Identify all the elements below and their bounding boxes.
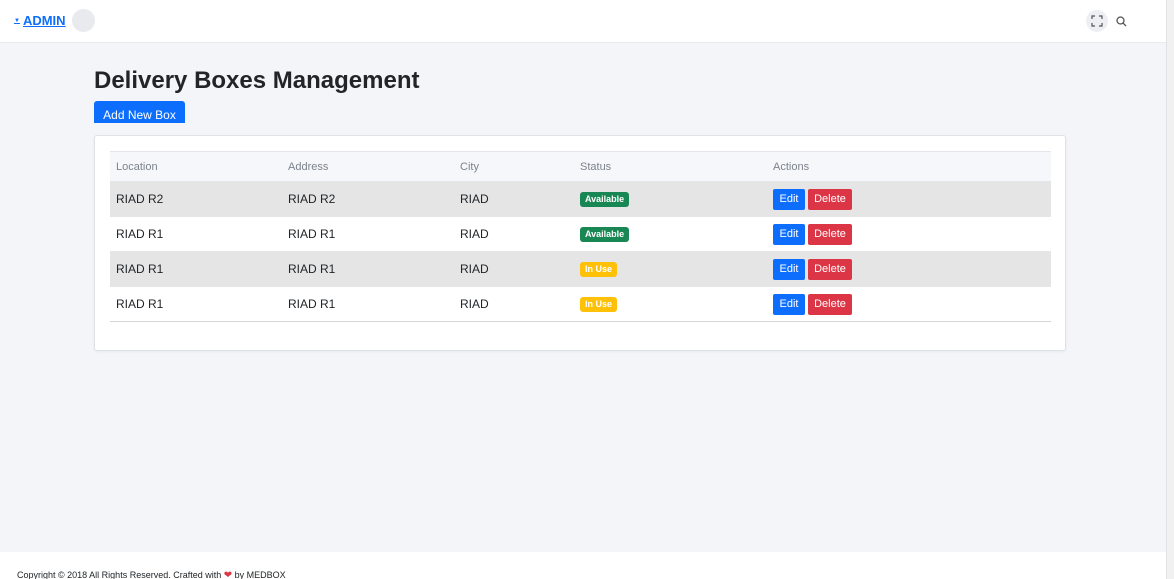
edit-button[interactable]: Edit: [773, 223, 805, 245]
cell-location: RIAD R1: [110, 216, 282, 252]
status-badge: Available: [580, 192, 630, 207]
page-title: Delivery Boxes Management: [94, 67, 420, 94]
cell-city: RIAD: [454, 286, 574, 322]
cell-city: RIAD: [454, 251, 574, 287]
cell-status: Available: [574, 216, 767, 252]
top-navbar: ▼ ADMIN: [0, 0, 1166, 43]
column-header-location: Location: [110, 151, 282, 182]
column-header-actions: Actions: [767, 151, 1051, 182]
cell-status: In Use: [574, 251, 767, 287]
footer-text-before: Copyright © 2018 All Rights Reserved. Cr…: [17, 570, 224, 579]
footer: Copyright © 2018 All Rights Reserved. Cr…: [0, 552, 1166, 579]
table-row: RIAD R1 RIAD R1 RIAD In Use Edit Delete: [110, 286, 1051, 322]
cell-city: RIAD: [454, 216, 574, 252]
add-new-box-button[interactable]: Add New Box: [94, 101, 185, 123]
column-header-city: City: [454, 151, 574, 182]
cell-city: RIAD: [454, 181, 574, 217]
cell-address: RIAD R1: [282, 286, 454, 322]
cell-location: RIAD R2: [110, 181, 282, 217]
footer-copyright: Copyright © 2018 All Rights Reserved. Cr…: [17, 570, 286, 579]
boxes-table: Location Address City Status Actions RIA…: [110, 151, 1051, 322]
column-header-status: Status: [574, 151, 767, 182]
cell-status: Available: [574, 181, 767, 217]
cell-actions: Edit Delete: [767, 216, 1051, 252]
heart-icon: ❤: [223, 570, 233, 579]
search-button[interactable]: [1110, 10, 1132, 32]
status-badge: Available: [580, 227, 630, 242]
cell-location: RIAD R1: [110, 251, 282, 287]
fullscreen-icon: [1091, 15, 1103, 27]
avatar[interactable]: [72, 9, 95, 32]
boxes-card: Location Address City Status Actions RIA…: [94, 135, 1066, 351]
table-row: RIAD R2 RIAD R2 RIAD Available Edit Delet…: [110, 181, 1051, 217]
edit-button[interactable]: Edit: [773, 258, 805, 280]
edit-button[interactable]: Edit: [773, 188, 805, 210]
footer-text-after: by MEDBOX: [232, 570, 286, 579]
cell-address: RIAD R2: [282, 181, 454, 217]
status-badge: In Use: [580, 297, 618, 312]
cell-actions: Edit Delete: [767, 181, 1051, 217]
table-header-row: Location Address City Status Actions: [110, 151, 1051, 182]
user-menu-toggle[interactable]: ▼ ADMIN: [14, 13, 66, 28]
delete-button[interactable]: Delete: [808, 188, 852, 210]
delete-button[interactable]: Delete: [808, 223, 852, 245]
caret-down-icon: ▼: [14, 17, 20, 24]
vertical-scrollbar[interactable]: [1166, 0, 1174, 579]
fullscreen-button[interactable]: [1086, 10, 1108, 32]
column-header-address: Address: [282, 151, 454, 182]
cell-address: RIAD R1: [282, 251, 454, 287]
search-icon: [1115, 15, 1126, 26]
cell-actions: Edit Delete: [767, 251, 1051, 287]
table-row: RIAD R1 RIAD R1 RIAD In Use Edit Delete: [110, 251, 1051, 287]
delete-button[interactable]: Delete: [808, 258, 852, 280]
edit-button[interactable]: Edit: [773, 293, 805, 315]
user-label: ADMIN: [22, 13, 66, 28]
cell-location: RIAD R1: [110, 286, 282, 322]
cell-actions: Edit Delete: [767, 286, 1051, 322]
table-row: RIAD R1 RIAD R1 RIAD Available Edit Delet…: [110, 216, 1051, 252]
status-badge: In Use: [580, 262, 618, 277]
delete-button[interactable]: Delete: [808, 293, 852, 315]
cell-address: RIAD R1: [282, 216, 454, 252]
cell-status: In Use: [574, 286, 767, 322]
